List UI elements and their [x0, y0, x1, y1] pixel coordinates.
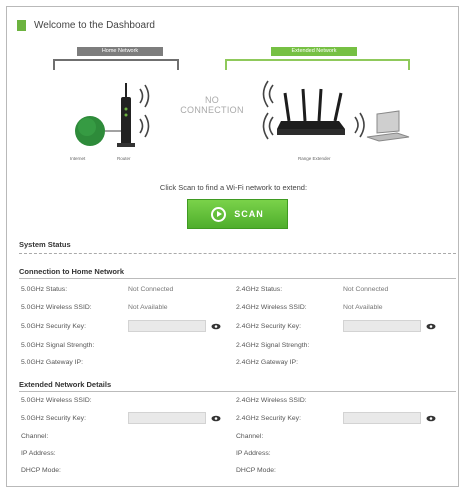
home-network-section-divider — [19, 278, 456, 279]
scan-button[interactable]: SCAN — [187, 199, 288, 229]
ext-24g-key-label: 2.4GHz Security Key: — [236, 415, 301, 422]
ext-5g-dhcp-label: DHCP Mode: — [21, 467, 61, 474]
ext-5g-ip-label: IP Address: — [21, 450, 56, 457]
internet-caption: Internet — [70, 156, 86, 161]
system-status-title: System Status — [19, 240, 71, 249]
home-5g-status-value: Not Connected — [128, 286, 174, 293]
ext-5g-channel-label: Channel: — [21, 433, 49, 440]
home-24g-gateway-label: 2.4GHz Gateway IP: — [236, 359, 298, 366]
home-5g-ssid-label: 5.0GHz Wireless SSID: — [21, 304, 92, 311]
home-24g-ssid-label: 2.4GHz Wireless SSID: — [236, 304, 307, 311]
extended-network-label: Extended Network — [271, 47, 357, 56]
home-5g-signal-label: 5.0GHz Signal Strength: — [21, 342, 95, 349]
eye-icon[interactable] — [211, 415, 221, 422]
extender-signal-left-icon — [262, 80, 274, 140]
scan-hint: Click Scan to find a Wi-Fi network to ex… — [159, 183, 308, 192]
laptop-icon — [366, 110, 410, 142]
extended-network-section-divider — [19, 391, 456, 392]
router-signal-icon — [139, 84, 150, 138]
ext-5g-security-key-field — [128, 412, 206, 424]
home-24g-security-key-field — [343, 320, 421, 332]
home-5g-status-label: 5.0GHz Status: — [21, 286, 68, 293]
home-network-label: Home Network — [77, 47, 163, 56]
range-extender-icon — [277, 88, 345, 135]
home-24g-status-value: Not Connected — [343, 286, 389, 293]
ext-5g-key-label: 5.0GHz Security Key: — [21, 415, 86, 422]
system-status-divider — [19, 253, 456, 254]
page-title: Welcome to the Dashboard — [34, 19, 155, 31]
dashboard-panel: Welcome to the Dashboard Home Network Ex… — [6, 6, 459, 487]
home-24g-signal-label: 2.4GHz Signal Strength: — [236, 342, 310, 349]
home-24g-key-label: 2.4GHz Security Key: — [236, 323, 301, 330]
ext-24g-channel-label: Channel: — [236, 433, 264, 440]
home-5g-ssid-value: Not Available — [128, 304, 168, 311]
eye-icon[interactable] — [426, 415, 436, 422]
scan-button-label: SCAN — [234, 209, 264, 219]
ext-24g-ip-label: IP Address: — [236, 450, 271, 457]
dashboard-header: Welcome to the Dashboard — [17, 18, 155, 32]
home-5g-security-key-field — [128, 320, 206, 332]
home-24g-ssid-value: Not Available — [343, 304, 383, 311]
home-5g-key-label: 5.0GHz Security Key: — [21, 323, 86, 330]
ext-24g-security-key-field — [343, 412, 421, 424]
no-connection-indicator: NO CONNECTION — [180, 95, 244, 115]
router-caption: Router — [117, 156, 131, 161]
ext-24g-ssid-label: 2.4GHz Wireless SSID: — [236, 397, 307, 404]
eye-icon[interactable] — [426, 323, 436, 330]
header-accent-square — [17, 19, 26, 31]
router-icon — [117, 83, 135, 147]
home-24g-status-label: 2.4GHz Status: — [236, 286, 283, 293]
home-5g-gateway-label: 5.0GHz Gateway IP: — [21, 359, 83, 366]
eye-icon[interactable] — [211, 323, 221, 330]
internet-globe-icon — [75, 116, 105, 146]
home-network-section-title: Connection to Home Network — [19, 267, 125, 276]
extender-signal-right-icon — [354, 112, 365, 138]
ext-5g-ssid-label: 5.0GHz Wireless SSID: — [21, 397, 92, 404]
ext-24g-dhcp-label: DHCP Mode: — [236, 467, 276, 474]
extender-caption: Range Extender — [298, 156, 331, 161]
play-icon — [211, 206, 227, 222]
network-diagram — [75, 80, 410, 147]
extended-network-section-title: Extended Network Details — [19, 380, 112, 389]
